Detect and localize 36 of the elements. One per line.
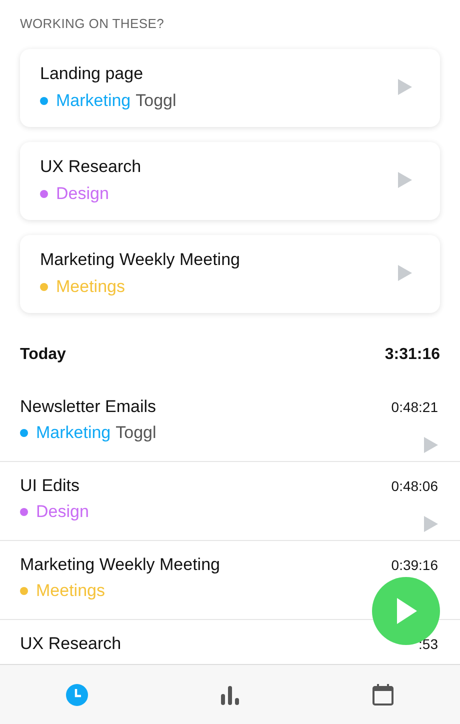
entry-title: Marketing Weekly Meeting bbox=[20, 554, 220, 575]
bar-chart-icon bbox=[220, 684, 240, 704]
suggestion-card[interactable]: UX Research Design bbox=[20, 142, 440, 220]
entry-title: Newsletter Emails bbox=[20, 396, 156, 417]
play-icon[interactable] bbox=[398, 265, 412, 282]
entry-title: UI Edits bbox=[20, 476, 81, 496]
entry-duration: 0:48:06 bbox=[391, 476, 438, 496]
project-name: Marketing bbox=[56, 90, 131, 111]
client-name: Toggl bbox=[136, 90, 176, 111]
suggestion-card[interactable]: Landing page Marketing Toggl bbox=[20, 48, 440, 126]
project-name: Meetings bbox=[56, 276, 125, 297]
project-name: Design bbox=[56, 184, 109, 204]
entry-title: UX Research bbox=[40, 157, 142, 178]
entry-title: UX Research bbox=[20, 634, 122, 654]
section-heading: WORKING ON THESE? bbox=[19, 15, 166, 33]
entry-duration: :53 bbox=[418, 634, 438, 654]
play-icon[interactable] bbox=[424, 516, 438, 532]
project-name: Marketing bbox=[36, 422, 111, 444]
time-entry-row[interactable]: Newsletter Emails Marketing Toggl 0:48:21 bbox=[0, 382, 460, 462]
entry-title: Landing page bbox=[40, 64, 144, 84]
clock-icon bbox=[66, 684, 88, 706]
project-name: Meetings bbox=[36, 580, 105, 602]
client-name: Toggl bbox=[116, 422, 156, 444]
play-icon[interactable] bbox=[398, 172, 412, 188]
suggestion-card[interactable]: Marketing Weekly Meeting Meetings bbox=[20, 234, 440, 312]
entry-duration: 0:39:16 bbox=[391, 556, 438, 574]
day-label: Today bbox=[20, 344, 66, 364]
entry-duration: 0:48:21 bbox=[391, 398, 438, 416]
day-total: 3:31:16 bbox=[384, 344, 440, 364]
calendar-icon bbox=[372, 684, 394, 706]
project-name: Design bbox=[36, 502, 89, 522]
play-icon[interactable] bbox=[398, 79, 412, 96]
time-entry-row[interactable]: UI Edits Design 0:48:06 bbox=[0, 462, 460, 540]
play-icon[interactable] bbox=[424, 437, 438, 454]
play-icon bbox=[395, 598, 417, 624]
entry-title: Marketing Weekly Meeting bbox=[40, 250, 240, 270]
